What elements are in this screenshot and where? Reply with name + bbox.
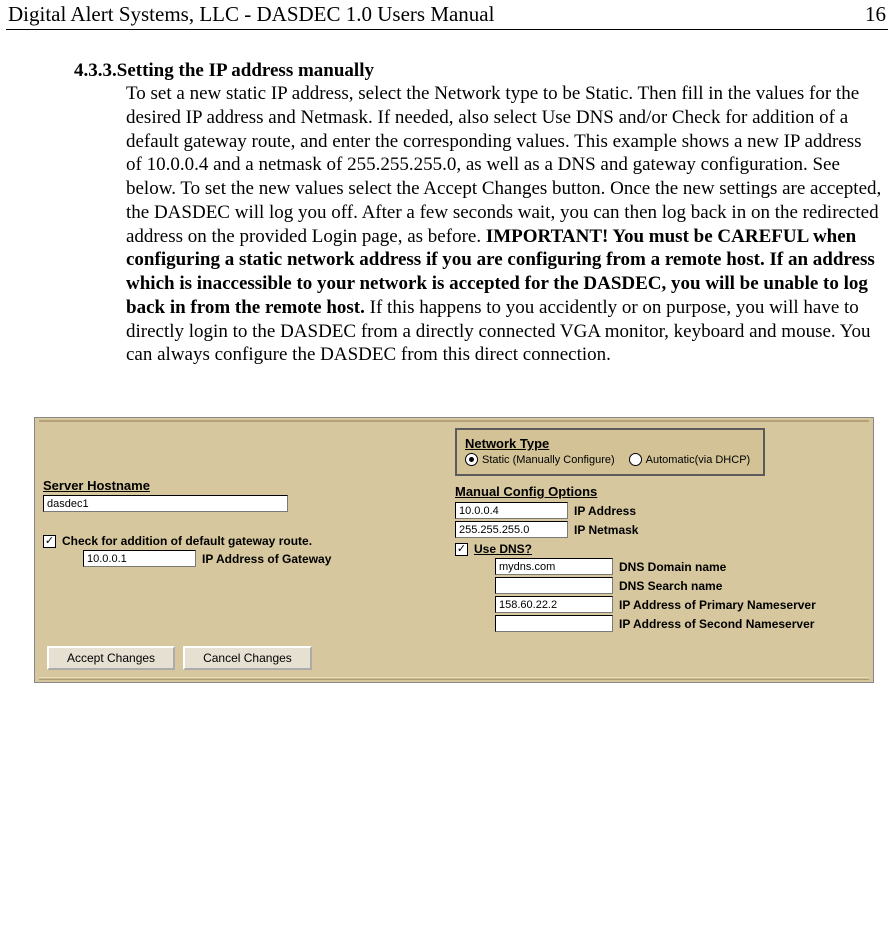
left-column: Server Hostname ✓ Check for addition of … (43, 428, 443, 634)
check-icon: ✓ (457, 544, 466, 555)
ip-netmask-input[interactable] (455, 521, 568, 538)
gateway-check-label: Check for addition of default gateway ro… (62, 534, 312, 548)
dns-primary-input[interactable] (495, 596, 613, 613)
dns-block: DNS Domain name DNS Search name IP Addre… (495, 558, 865, 632)
dns-domain-label: DNS Domain name (619, 560, 726, 574)
gateway-ip-label: IP Address of Gateway (202, 552, 331, 566)
radio-dot-icon (469, 457, 474, 462)
panel-bottom-rule (39, 677, 869, 680)
ip-netmask-label: IP Netmask (574, 523, 638, 537)
gateway-checkbox[interactable]: ✓ (43, 535, 56, 548)
body-paragraph: To set a new static IP address, select t… (126, 82, 882, 367)
server-hostname-input[interactable] (43, 495, 288, 512)
section-number: 4.3.3. (74, 60, 117, 81)
ip-address-label: IP Address (574, 504, 636, 518)
gateway-ip-input[interactable] (83, 550, 196, 567)
use-dns-checkbox[interactable]: ✓ (455, 543, 468, 556)
dns-secondary-label: IP Address of Second Nameserver (619, 617, 814, 631)
dns-secondary-input[interactable] (495, 615, 613, 632)
use-dns-label: Use DNS? (474, 542, 532, 556)
dns-primary-label: IP Address of Primary Nameserver (619, 598, 816, 612)
dns-domain-input[interactable] (495, 558, 613, 575)
radio-dhcp-label: Automatic(via DHCP) (646, 454, 751, 466)
radio-static[interactable] (465, 453, 478, 466)
radio-static-label: Static (Manually Configure) (482, 454, 615, 466)
header-left: Digital Alert Systems, LLC - DASDEC 1.0 … (8, 2, 494, 27)
button-row: Accept Changes Cancel Changes (35, 640, 873, 670)
ip-address-input[interactable] (455, 502, 568, 519)
dns-search-label: DNS Search name (619, 579, 722, 593)
para-a: To set a new static IP address, select t… (126, 83, 881, 247)
accept-changes-button[interactable]: Accept Changes (47, 646, 175, 670)
section-title: Setting the IP address manually (117, 60, 374, 81)
panel-top-rule (39, 420, 869, 422)
section-heading: 4.3.3.Setting the IP address manually (74, 60, 888, 82)
manual-config-label: Manual Config Options (455, 484, 865, 499)
check-icon: ✓ (45, 536, 54, 547)
network-type-box: Network Type Static (Manually Configure)… (455, 428, 765, 476)
cancel-changes-button[interactable]: Cancel Changes (183, 646, 312, 670)
network-config-panel: Server Hostname ✓ Check for addition of … (34, 417, 874, 683)
network-type-label: Network Type (465, 436, 755, 451)
page-number: 16 (865, 2, 886, 27)
radio-dhcp[interactable] (629, 453, 642, 466)
doc-header: Digital Alert Systems, LLC - DASDEC 1.0 … (6, 2, 888, 30)
dns-search-input[interactable] (495, 577, 613, 594)
server-hostname-label: Server Hostname (43, 478, 443, 493)
right-column: Network Type Static (Manually Configure)… (455, 428, 865, 634)
